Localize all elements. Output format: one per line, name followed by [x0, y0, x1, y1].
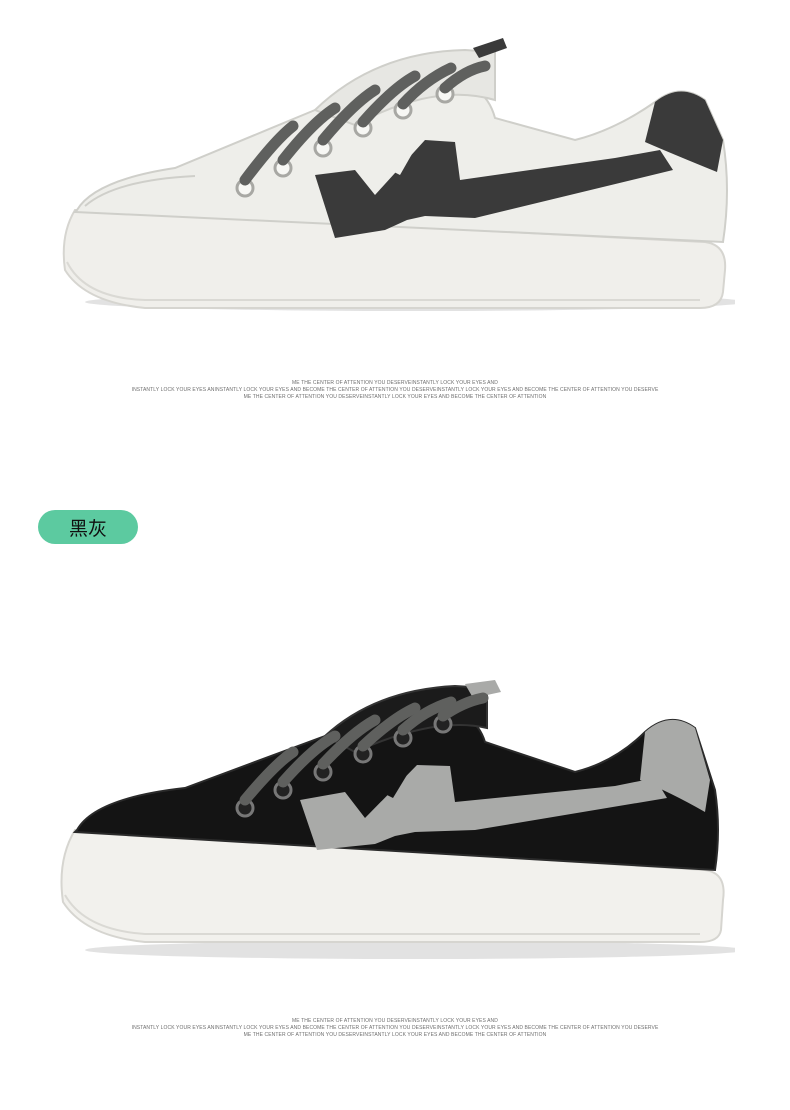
colorway-label-badge: 黑灰 — [38, 510, 138, 544]
decorative-caption-text: ME THE CENTER OF ATTENTION YOU DESERVEIN… — [131, 1018, 659, 1038]
decorative-caption-text: ME THE CENTER OF ATTENTION YOU DESERVEIN… — [131, 380, 659, 400]
black-canvas-sneaker-image — [60, 680, 735, 959]
white-canvas-sneaker-image — [62, 38, 735, 311]
colorway-label: 黑灰 — [68, 517, 107, 540]
